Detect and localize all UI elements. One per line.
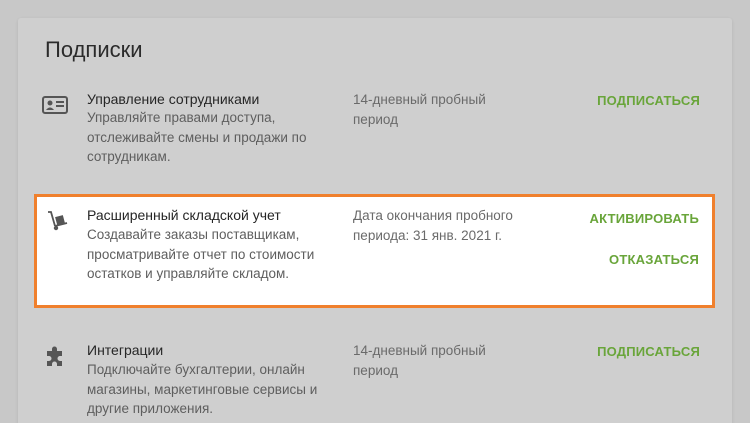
subscription-description: Управляйте правами доступа, отслеживайте… <box>87 110 307 164</box>
subscription-name: Интеграции <box>87 342 164 358</box>
subscription-period: 14-дневный пробный период <box>353 343 486 378</box>
activate-button[interactable]: АКТИВИРОВАТЬ <box>590 211 699 226</box>
hand-truck-icon <box>45 209 73 233</box>
subscription-period: Дата окончания пробного периода: 31 янв.… <box>353 208 513 243</box>
decline-button[interactable]: ОТКАЗАТЬСЯ <box>609 252 699 267</box>
id-card-icon <box>42 94 70 118</box>
subscribe-button[interactable]: ПОДПИСАТЬСЯ <box>597 344 700 359</box>
subscription-row-integrations: Интеграции Подключайте бухгалтерии, онла… <box>18 340 732 423</box>
subscription-period: 14-дневный пробный период <box>353 92 486 127</box>
puzzle-icon <box>42 345 70 369</box>
subscription-row-employees: Управление сотрудниками Управляйте права… <box>18 88 732 178</box>
subscription-name: Расширенный складской учет <box>87 207 281 223</box>
page-title: Подписки <box>45 37 143 62</box>
subscription-description: Подключайте бухгалтерии, онлайн магазины… <box>87 362 318 416</box>
subscribe-button[interactable]: ПОДПИСАТЬСЯ <box>597 93 700 108</box>
subscription-name: Управление сотрудниками <box>87 91 260 107</box>
subscription-description: Создавайте заказы поставщикам, просматри… <box>87 227 315 281</box>
subscription-row-inventory: Расширенный складской учет Создавайте за… <box>34 194 715 308</box>
